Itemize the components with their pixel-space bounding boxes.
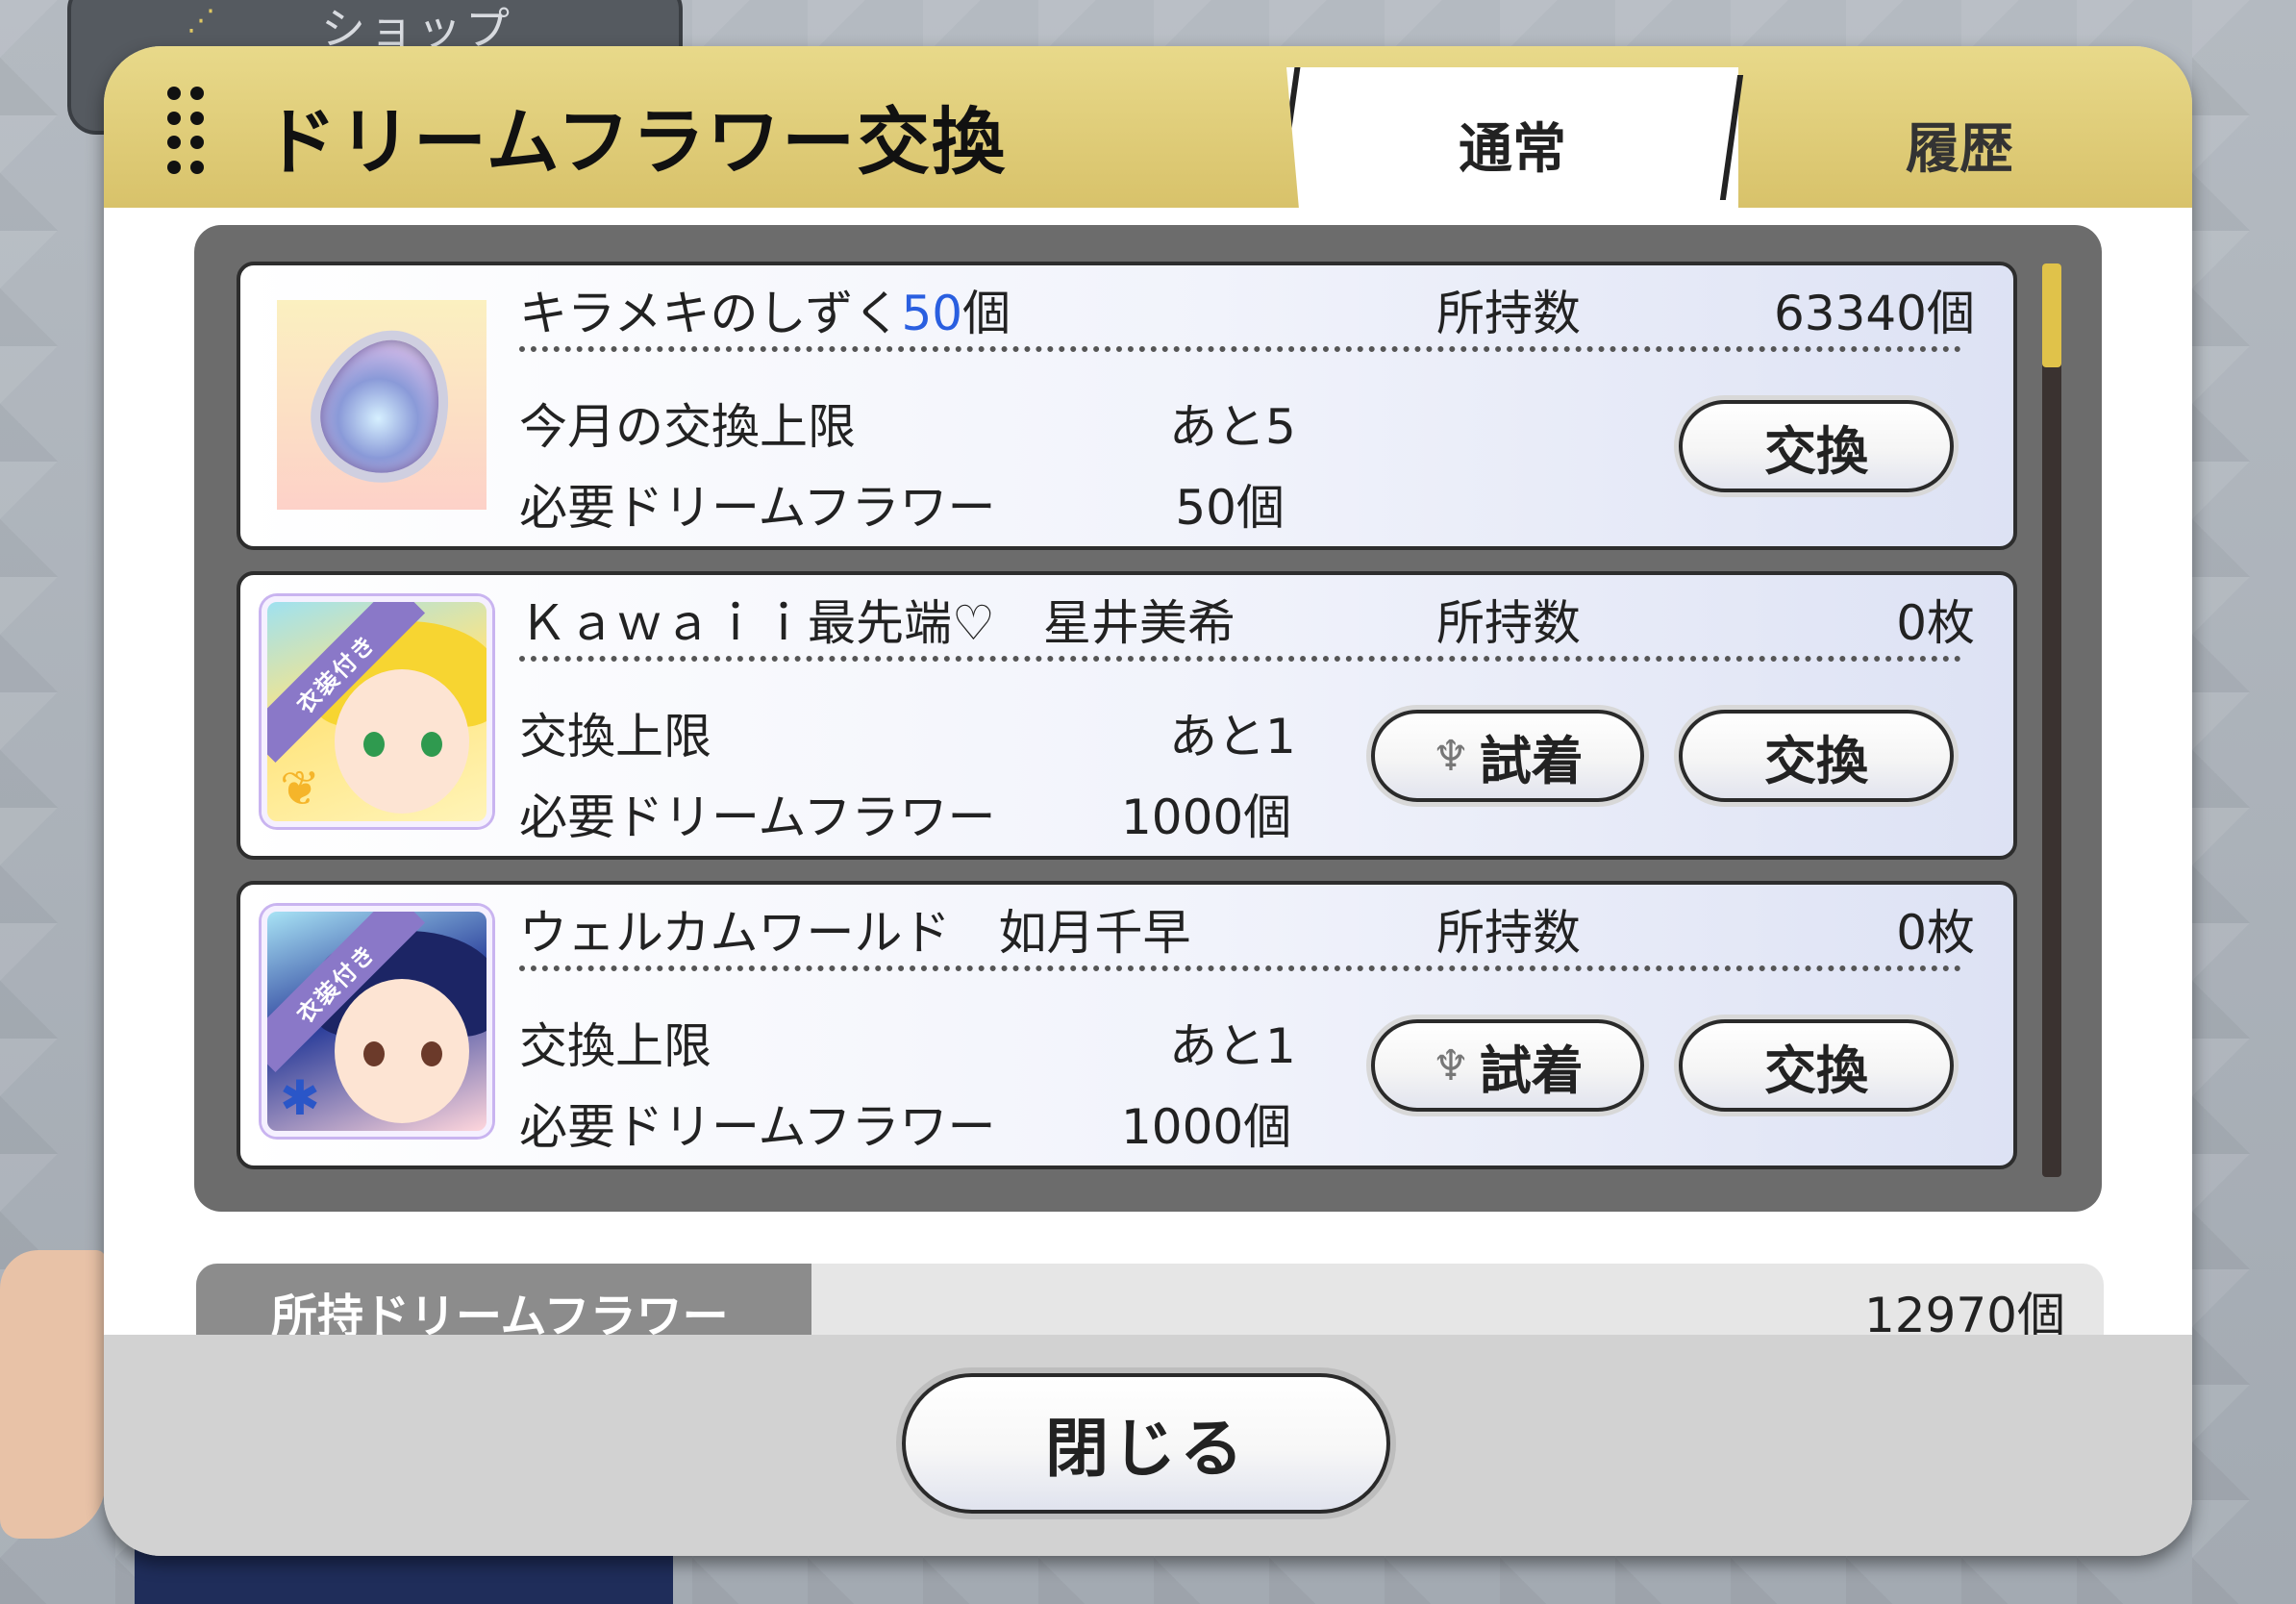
- try-on-button[interactable]: ♆ 試着: [1371, 1019, 1644, 1112]
- list-item: 衣装付き ❦ Ｋａｗａｉｉ最先端♡ 星井美希 所持数 0枚 交換上限 あと1 必…: [237, 571, 2017, 860]
- dialog-title: ドリームフラワー交換: [263, 99, 1008, 185]
- item-name: キラメキのしずく50個: [519, 275, 1011, 344]
- cost-label: 必要ドリームフラワー: [519, 789, 996, 845]
- limit-label: 今月の交換上限: [519, 399, 856, 455]
- shop-tab-dots-icon: ⋰: [187, 4, 215, 38]
- divider: [519, 965, 1961, 971]
- cost-value: 50個: [1175, 480, 1285, 536]
- cost-label: 必要ドリームフラワー: [519, 1099, 996, 1155]
- scrollbar-thumb[interactable]: [2042, 263, 2061, 367]
- eye-right: [421, 732, 442, 757]
- hanger-sparkle-icon: ♆: [1432, 1040, 1470, 1090]
- hanger-sparkle-icon: ♆: [1432, 731, 1470, 781]
- dialog-body: キラメキのしずく50個 所持数 63340個 今月の交換上限 あと5 必要ドリー…: [104, 208, 2192, 1360]
- cost-value: 1000個: [1121, 789, 1292, 845]
- face-shape: [335, 979, 469, 1123]
- dialog-header: ドリームフラワー交換 通常 履歴: [104, 46, 2192, 221]
- divider: [519, 656, 1961, 662]
- cost-label: 必要ドリームフラワー: [519, 480, 996, 536]
- gem-shape: [292, 310, 473, 502]
- idol-card-thumbnail[interactable]: 衣装付き ❦: [262, 596, 492, 827]
- idol-card-thumbnail[interactable]: 衣装付き ✱: [262, 906, 492, 1137]
- try-on-label: 試着: [1479, 1040, 1584, 1101]
- item-name: Ｋａｗａｉｉ最先端♡ 星井美希: [519, 595, 1235, 651]
- limit-value: あと5: [1169, 399, 1296, 455]
- try-on-label: 試着: [1479, 730, 1584, 791]
- tab-normal[interactable]: 通常: [1286, 67, 1738, 221]
- tab-history[interactable]: 履歴: [1758, 67, 2161, 221]
- limit-label: 交換上限: [519, 709, 711, 764]
- owned-value: 0枚: [1896, 905, 1975, 961]
- limit-label: 交換上限: [519, 1018, 711, 1074]
- list-item: キラメキのしずく50個 所持数 63340個 今月の交換上限 あと5 必要ドリー…: [237, 262, 2017, 550]
- close-button[interactable]: 閉じる: [902, 1373, 1390, 1514]
- droplet-gem-icon: [277, 300, 487, 510]
- exchange-button[interactable]: 交換: [1679, 1019, 1954, 1112]
- face-shape: [335, 669, 469, 814]
- exchange-item-list[interactable]: キラメキのしずく50個 所持数 63340個 今月の交換上限 あと5 必要ドリー…: [194, 225, 2102, 1212]
- owned-label: 所持数: [1436, 595, 1581, 651]
- divider: [519, 346, 1961, 352]
- limit-value: あと1: [1169, 1018, 1296, 1074]
- limit-value: あと1: [1169, 709, 1296, 764]
- cost-value: 1000個: [1121, 1099, 1292, 1155]
- snowflake-badge-icon: ✱: [280, 1070, 320, 1126]
- exchange-button[interactable]: 交換: [1679, 400, 1954, 492]
- dialog-footer: 閉じる: [104, 1335, 2192, 1556]
- item-quantity-unit: 個: [962, 286, 1011, 341]
- eye-left: [363, 1041, 385, 1066]
- owned-label: 所持数: [1436, 286, 1581, 341]
- item-name: ウェルカムワールド 如月千早: [519, 905, 1191, 961]
- owned-value: 0枚: [1896, 595, 1975, 651]
- drag-handle-icon[interactable]: [167, 87, 206, 175]
- owned-value: 63340個: [1773, 286, 1975, 341]
- item-quantity: 50: [901, 286, 963, 341]
- eye-left: [363, 732, 385, 757]
- scrollbar[interactable]: [2042, 263, 2061, 1177]
- exchange-button[interactable]: 交換: [1679, 710, 1954, 802]
- owned-label: 所持数: [1436, 905, 1581, 961]
- background-character-arm: [0, 1250, 106, 1539]
- try-on-button[interactable]: ♆ 試着: [1371, 710, 1644, 802]
- dream-flower-exchange-dialog: ドリームフラワー交換 通常 履歴 キラメキのしずく50個 所持数 63340個 …: [104, 46, 2192, 1556]
- item-name-text: キラメキのしずく: [519, 286, 902, 341]
- wing-badge-icon: ❦: [280, 761, 320, 816]
- eye-right: [421, 1041, 442, 1066]
- list-item: 衣装付き ✱ ウェルカムワールド 如月千早 所持数 0枚 交換上限 あと1 必要…: [237, 881, 2017, 1169]
